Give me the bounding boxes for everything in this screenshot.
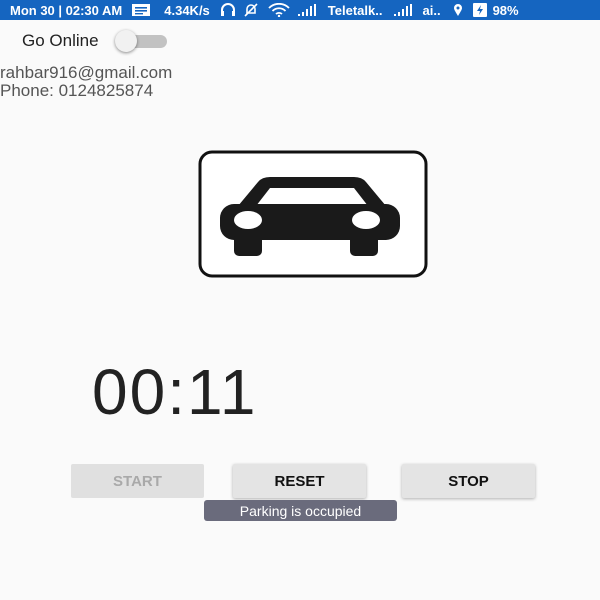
headphones-icon [220,3,236,17]
status-carrier-2: ai.. [422,2,441,18]
status-bar: Mon 30 | 02:30 AM 4.34K/s Teletalk.. ai.… [0,0,600,20]
message-icon [132,4,151,16]
toggle-thumb[interactable] [114,30,137,52]
status-net-speed: 4.34K/s [164,2,210,18]
signal-icon [297,4,318,16]
timer-display: 00:11 [92,356,258,428]
user-phone: Phone: 0124825874 [0,81,154,100]
status-time: Mon 30 | 02:30 AM [10,2,123,18]
start-button[interactable]: START [71,464,204,498]
wifi-icon [268,3,290,17]
mute-icon [244,3,258,17]
go-online-row: Go Online [22,30,169,52]
signal-icon-2 [394,4,414,16]
battery-icon [472,3,487,17]
reset-button[interactable]: RESET [233,464,366,498]
toast-message: Parking is occupied [204,500,397,521]
stop-button[interactable]: STOP [402,464,535,498]
status-carrier-1: Teletalk.. [327,2,383,18]
user-email: rahbar916@gmail.com [0,63,173,82]
location-icon [453,3,463,17]
go-online-label: Go Online [22,31,99,50]
car-icon [198,150,428,278]
status-battery: 98% [492,2,519,18]
go-online-toggle[interactable] [114,30,169,52]
